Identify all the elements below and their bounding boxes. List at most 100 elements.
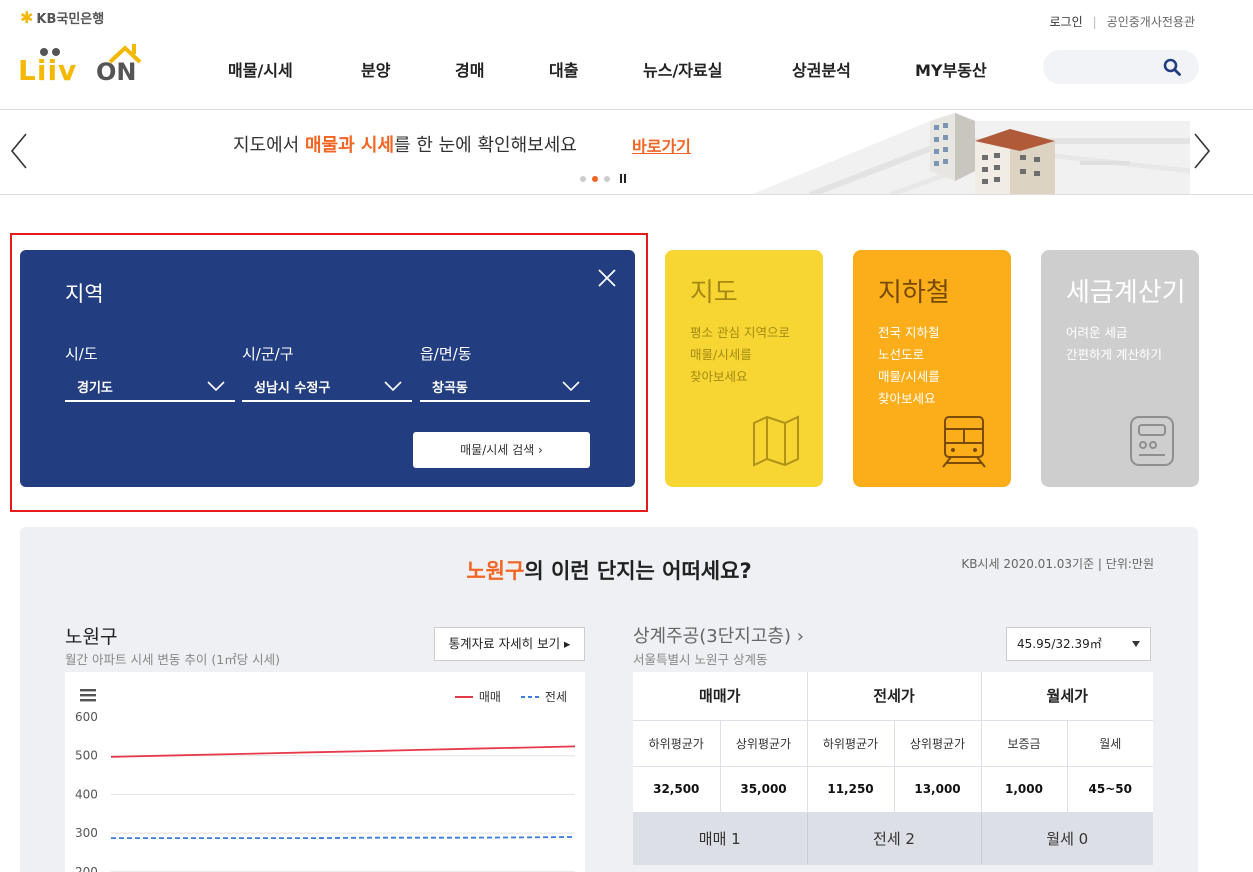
price-value-row: 32,500 35,000 11,250 13,000 1,000 45~50 bbox=[633, 766, 1153, 813]
map-desc-line: 찾아보세요 bbox=[690, 369, 748, 384]
statistics-detail-button[interactable]: 통계자료 자세히 보기 ▸ bbox=[434, 627, 585, 661]
banner-dot-3[interactable] bbox=[604, 175, 610, 182]
map-desc-line: 매물/시세를 bbox=[690, 347, 752, 362]
city-illustration-icon bbox=[752, 113, 1190, 194]
subway-train-icon bbox=[942, 416, 986, 468]
listing-search-button[interactable]: 매물/시세 검색 › bbox=[413, 432, 590, 468]
pause-icon[interactable] bbox=[620, 174, 626, 183]
sido-value: 경기도 bbox=[77, 381, 113, 396]
banner-text-after: 를 한 눈에 확인해보세요 bbox=[394, 135, 577, 156]
kb-price-note: KB시세 2020.01.03기준 | 단위:만원 bbox=[961, 557, 1154, 571]
broker-link[interactable]: 공인중개사전용관 bbox=[1107, 13, 1195, 30]
table-header: 상위평균가 bbox=[894, 720, 982, 767]
monthly-count-button[interactable]: 월세 0 bbox=[981, 812, 1153, 865]
login-link[interactable]: 로그인 bbox=[1050, 13, 1083, 30]
group-monthly: 월세가 bbox=[981, 672, 1153, 721]
subway-desc-line: 노선도로 bbox=[878, 347, 925, 362]
tax-tile-title: 세금계산기 bbox=[1066, 278, 1186, 308]
nav-item-auction[interactable]: 경매 bbox=[455, 57, 484, 81]
table-header: 상위평균가 bbox=[720, 720, 808, 767]
util-divider: | bbox=[1092, 14, 1097, 29]
banner-dot-2[interactable] bbox=[592, 175, 598, 182]
price-table: 매매가 전세가 월세가 하위평균가 상위평균가 하위평균가 상위평균가 보증금 … bbox=[633, 672, 1153, 865]
kb-star-icon: ✱ bbox=[20, 8, 34, 27]
y-tick-label: 300 bbox=[75, 826, 98, 840]
sigungu-value: 성남시 수정구 bbox=[254, 381, 331, 396]
liiv-on-logo[interactable]: Liiv ON bbox=[18, 44, 143, 87]
group-jeonse: 전세가 bbox=[807, 672, 982, 721]
apartment-address: 서울특별시 노원구 상계동 bbox=[633, 652, 768, 667]
banner-text-highlight: 매물과 시세 bbox=[304, 135, 395, 156]
price-header-row: 하위평균가 상위평균가 하위평균가 상위평균가 보증금 월세 bbox=[633, 720, 1153, 767]
table-cell: 32,500 bbox=[633, 766, 721, 813]
area-size-select[interactable]: 45.95/32.39㎡ bbox=[1006, 627, 1151, 661]
table-header: 보증금 bbox=[981, 720, 1068, 767]
header: ✱ KB국민은행 Liiv ON 로그인 | 공인중개사전용관 매물/시세 분양… bbox=[0, 0, 1253, 110]
search-icon[interactable] bbox=[1163, 58, 1181, 76]
map-desc-line: 평소 관심 지역으로 bbox=[690, 325, 790, 340]
nav-item-loan[interactable]: 대출 bbox=[549, 57, 578, 81]
complex-title-rest: 의 이런 단지는 어떠세요? bbox=[524, 559, 752, 583]
chevron-down-icon bbox=[384, 381, 402, 392]
price-group-row: 매매가 전세가 월세가 bbox=[633, 672, 1153, 721]
sido-label: 시/도 bbox=[65, 345, 98, 363]
complex-title-district: 노원구 bbox=[466, 559, 525, 583]
nav-item-listings[interactable]: 매물/시세 bbox=[228, 57, 293, 81]
nav-item-my[interactable]: MY부동산 bbox=[915, 57, 987, 81]
apartment-name-link[interactable]: 상계주공(3단지고층) › bbox=[633, 622, 804, 648]
close-icon[interactable] bbox=[597, 268, 617, 288]
jeonse-count-button[interactable]: 전세 2 bbox=[807, 812, 982, 865]
map-tile-title: 지도 bbox=[690, 278, 738, 308]
table-cell: 35,000 bbox=[720, 766, 808, 813]
tax-calculator-tile[interactable]: 세금계산기 어려운 세금 간편하게 계산하기 bbox=[1041, 250, 1199, 487]
tax-desc-line: 간편하게 계산하기 bbox=[1066, 347, 1162, 362]
logo-liiv-text: Liiv bbox=[18, 54, 78, 87]
banner-message: 지도에서 매물과 시세를 한 눈에 확인해보세요 bbox=[233, 131, 577, 157]
listing-count-row: 매매 1 전세 2 월세 0 bbox=[633, 812, 1153, 865]
banner-prev-arrow-icon[interactable] bbox=[8, 131, 30, 171]
chevron-down-icon bbox=[207, 381, 225, 392]
calculator-icon bbox=[1130, 416, 1174, 466]
subway-tile[interactable]: 지하철 전국 지하철 노선도로 매물/시세를 찾아보세요 bbox=[853, 250, 1011, 487]
nav-item-presale[interactable]: 분양 bbox=[361, 57, 390, 81]
y-tick-label: 400 bbox=[75, 787, 98, 801]
banner-dot-1[interactable] bbox=[580, 175, 586, 182]
table-header: 하위평균가 bbox=[633, 720, 721, 767]
y-tick-label: 200 bbox=[75, 865, 98, 872]
banner-text-before: 지도에서 bbox=[233, 135, 305, 156]
banner-indicators bbox=[580, 174, 626, 183]
group-sale: 매매가 bbox=[633, 672, 808, 721]
table-cell: 45~50 bbox=[1067, 766, 1153, 813]
table-cell: 13,000 bbox=[894, 766, 982, 813]
map-tile-desc: 평소 관심 지역으로 매물/시세를 찾아보세요 bbox=[690, 322, 790, 388]
logo-on-text: ON bbox=[96, 58, 137, 86]
dong-label: 읍/면/동 bbox=[420, 345, 472, 363]
region-search-panel: 지역 시/도 시/군/구 읍/면/동 경기도 성남시 수정구 창곡동 매물/시세… bbox=[20, 250, 635, 487]
table-cell: 11,250 bbox=[807, 766, 895, 813]
promo-banner: 지도에서 매물과 시세를 한 눈에 확인해보세요 바로가기 bbox=[0, 111, 1253, 195]
folded-map-icon bbox=[753, 415, 799, 467]
search-input[interactable] bbox=[1043, 50, 1199, 84]
table-cell: 1,000 bbox=[981, 766, 1068, 813]
sido-select[interactable]: 경기도 bbox=[65, 370, 235, 402]
banner-next-arrow-icon[interactable] bbox=[1191, 131, 1213, 171]
sigungu-select[interactable]: 성남시 수정구 bbox=[242, 370, 412, 402]
dong-select[interactable]: 창곡동 bbox=[420, 370, 590, 402]
kb-bank-logo[interactable]: ✱ KB국민은행 bbox=[20, 8, 104, 27]
nav-item-commercial[interactable]: 상권분석 bbox=[792, 57, 851, 81]
nav-item-news[interactable]: 뉴스/자료실 bbox=[643, 57, 722, 81]
series-line-전세[interactable] bbox=[111, 836, 576, 840]
area-size-value: 45.95/32.39㎡ bbox=[1017, 637, 1102, 651]
district-subtitle: 월간 아파트 시세 변동 추이 (1㎡당 시세) bbox=[65, 652, 281, 667]
banner-go-link[interactable]: 바로가기 bbox=[632, 133, 691, 157]
region-title: 지역 bbox=[65, 282, 104, 306]
tax-desc-line: 어려운 세금 bbox=[1066, 325, 1128, 340]
sale-count-button[interactable]: 매매 1 bbox=[633, 812, 808, 865]
map-tile[interactable]: 지도 평소 관심 지역으로 매물/시세를 찾아보세요 bbox=[665, 250, 823, 487]
sigungu-label: 시/군/구 bbox=[242, 345, 294, 363]
dong-value: 창곡동 bbox=[432, 381, 468, 396]
recommended-complex-section: 노원구의 이런 단지는 어떠세요? KB시세 2020.01.03기준 | 단위… bbox=[20, 527, 1198, 872]
subway-desc-line: 찾아보세요 bbox=[878, 391, 936, 406]
district-name: 노원구 bbox=[65, 626, 118, 648]
trend-chart-plot: 600 500 400 300 200 bbox=[75, 710, 576, 872]
